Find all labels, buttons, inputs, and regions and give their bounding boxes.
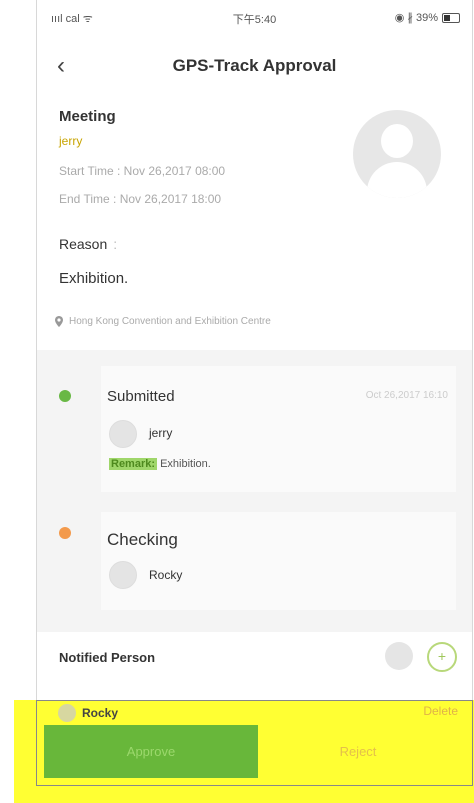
reason-label-text: Reason xyxy=(59,236,108,252)
add-notified-button[interactable]: + xyxy=(427,642,457,672)
location-text: Hong Kong Convention and Exhibition Cent… xyxy=(69,316,271,327)
reason-text: Exhibition. xyxy=(59,270,129,287)
remark-text: Exhibition. xyxy=(160,458,211,470)
page-title: GPS-Track Approval xyxy=(172,56,337,75)
notified-person-label: Notified Person xyxy=(59,650,156,665)
applicant-name: jerry xyxy=(59,134,83,148)
status-bar: ıııl cal ᯤ 下午5:40 ◉ ∦ 39% xyxy=(37,0,472,30)
reject-button[interactable]: Reject xyxy=(258,725,458,778)
avatar xyxy=(58,704,76,722)
delete-button[interactable]: Delete xyxy=(423,704,458,718)
battery-icon xyxy=(442,12,460,23)
battery-status: ◉ ∦ 39% xyxy=(395,11,460,24)
reason-label: Reason: xyxy=(59,236,118,252)
timeline-person: Rocky xyxy=(149,568,183,582)
location-row: Hong Kong Convention and Exhibition Cent… xyxy=(55,316,271,327)
timeline-card-checking xyxy=(101,512,456,610)
pin-icon xyxy=(55,316,63,327)
timeline-status: Checking xyxy=(107,530,178,549)
avatar xyxy=(353,110,441,198)
end-time: End Time : Nov 26,2017 18:00 xyxy=(59,192,222,206)
timeline-status: Submitted xyxy=(107,388,175,405)
avatar xyxy=(109,420,137,448)
notified-person-name: Rocky xyxy=(82,706,119,720)
remark: Remark: Exhibition. xyxy=(109,458,211,470)
avatar xyxy=(385,642,413,670)
checking-status-dot-icon xyxy=(59,527,71,539)
start-time: Start Time : Nov 26,2017 08:00 xyxy=(59,164,226,178)
timeline-time: Oct 26,2017 16:10 xyxy=(365,390,448,401)
notified-person-row: Rocky xyxy=(58,704,118,722)
nav-bar: ‹ GPS-Track Approval xyxy=(37,48,472,88)
timeline-person: jerry xyxy=(149,426,173,440)
remark-label: Remark: xyxy=(109,458,158,470)
meeting-type: Meeting xyxy=(59,108,116,125)
submitted-status-dot-icon xyxy=(59,390,71,402)
phone-screen: ıııl cal ᯤ 下午5:40 ◉ ∦ 39% ‹ GPS-Track Ap… xyxy=(36,0,473,786)
approve-button[interactable]: Approve xyxy=(44,725,258,778)
battery-text: ◉ ∦ 39% xyxy=(394,12,438,24)
avatar xyxy=(109,561,137,589)
